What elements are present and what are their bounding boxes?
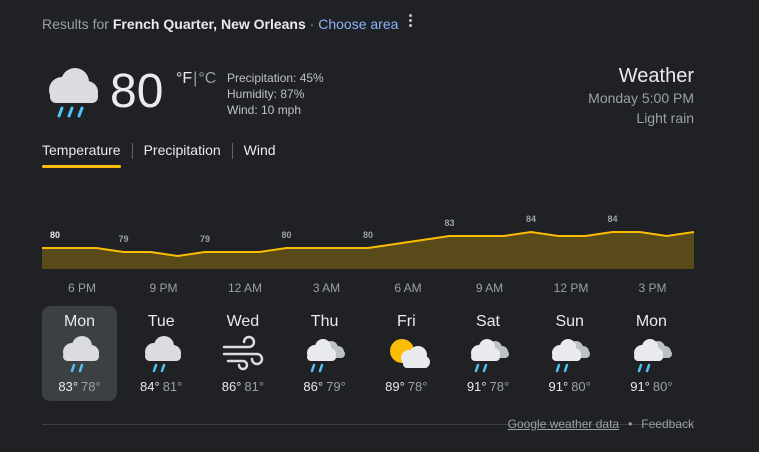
data-label: 79 bbox=[200, 234, 210, 244]
day-name: Wed bbox=[226, 313, 260, 330]
time-tick-label: 9 AM bbox=[475, 281, 504, 295]
footer-dot: • bbox=[628, 417, 633, 431]
high-temp: 91° bbox=[630, 379, 650, 394]
weather-title: Weather bbox=[618, 65, 694, 87]
day-temperatures: 86° 79° bbox=[287, 379, 362, 394]
day-name: Sun bbox=[555, 313, 584, 330]
rain-clouds-icon bbox=[546, 334, 594, 374]
partly-cloudy-icon bbox=[383, 334, 431, 374]
low-temp: 80° bbox=[652, 379, 673, 394]
choose-area-link[interactable]: Choose area bbox=[318, 16, 398, 32]
high-temp: 86° bbox=[303, 379, 324, 394]
more-options-icon[interactable] bbox=[403, 12, 417, 34]
condition-text: Light rain bbox=[636, 110, 694, 126]
results-for-line: Results for French Quarter, New Orleans … bbox=[42, 16, 398, 32]
day-temperatures: 91° 80° bbox=[614, 379, 689, 394]
tab-precipitation[interactable]: Precipitation bbox=[144, 142, 221, 168]
day-temperatures: 84° 81° bbox=[124, 379, 199, 394]
day-name: Tue bbox=[147, 313, 175, 330]
data-label: 83 bbox=[444, 218, 454, 228]
day-temperatures: 89° 78° bbox=[369, 379, 444, 394]
rain-cloud-icon bbox=[42, 64, 102, 120]
high-temp: 89° bbox=[385, 379, 405, 394]
forecast-day[interactable]: Mon 91° 80° bbox=[614, 306, 689, 401]
footer: Google weather data • Feedback bbox=[508, 417, 694, 431]
forecast-day[interactable]: Wed 86° 81° bbox=[205, 306, 280, 401]
unit-fahrenheit[interactable]: °F bbox=[176, 70, 192, 87]
tab-temperature[interactable]: Temperature bbox=[42, 142, 121, 168]
low-temp: 78° bbox=[81, 379, 101, 394]
current-details: Precipitation: 45% Humidity: 87% Wind: 1… bbox=[227, 70, 324, 118]
day-name: Fri bbox=[396, 313, 416, 330]
unit-separator: | bbox=[193, 70, 198, 87]
rain-clouds-icon bbox=[628, 334, 676, 374]
time-tick-label: 12 PM bbox=[553, 281, 589, 295]
low-temp: 81° bbox=[244, 379, 265, 394]
feedback-link[interactable]: Feedback bbox=[641, 417, 694, 431]
unit-celsius[interactable]: °C bbox=[198, 70, 216, 87]
time-tick-label: 6 AM bbox=[394, 281, 422, 295]
high-temp: 84° bbox=[140, 379, 160, 394]
location-name: French Quarter, New Orleans bbox=[112, 16, 306, 32]
low-temp: 81° bbox=[162, 379, 183, 394]
temperature-chart: 80 79 79 80 80 83 84 84 bbox=[42, 210, 695, 270]
data-label: 80 bbox=[50, 230, 60, 240]
day-temperatures: 86° 81° bbox=[205, 379, 280, 394]
day-name: Thu bbox=[310, 313, 339, 330]
separator-dot: · bbox=[309, 16, 315, 32]
tab-divider bbox=[131, 143, 133, 159]
time-tick-label: 3 AM bbox=[312, 281, 341, 295]
rain-cloud-icon bbox=[138, 334, 186, 374]
high-temp: 91° bbox=[466, 379, 487, 394]
time-tick-label: 3 PM bbox=[638, 281, 667, 295]
high-temp: 83° bbox=[58, 379, 78, 394]
time-tick-label: 9 PM bbox=[149, 281, 178, 295]
humidity-text: Humidity: 87% bbox=[227, 87, 305, 101]
current-temperature: 80 bbox=[110, 65, 164, 118]
data-label: 84 bbox=[607, 214, 617, 224]
forecast-day[interactable]: Sat 91° 78° bbox=[451, 306, 526, 401]
data-label: 80 bbox=[363, 230, 373, 240]
time-tick-label: 12 AM bbox=[227, 281, 263, 295]
high-temp: 91° bbox=[548, 379, 569, 394]
day-temperatures: 91° 78° bbox=[451, 379, 526, 394]
data-label: 84 bbox=[526, 214, 536, 224]
wind-text: Wind: 10 mph bbox=[227, 103, 302, 117]
forecast-day[interactable]: Mon 83° 78° bbox=[42, 306, 117, 401]
high-temp: 86° bbox=[221, 379, 242, 394]
day-name: Mon bbox=[635, 313, 667, 330]
google-weather-data-link[interactable]: Google weather data bbox=[508, 417, 619, 431]
wind-icon bbox=[219, 334, 267, 374]
day-temperatures: 83° 78° bbox=[42, 379, 117, 394]
day-name: Mon bbox=[63, 313, 96, 330]
temperature-chart-svg: 80 79 79 80 80 83 84 84 bbox=[42, 214, 695, 269]
low-temp: 80° bbox=[571, 379, 591, 394]
forecast-day[interactable]: Fri 89° 78° bbox=[369, 306, 444, 401]
day-name: Sat bbox=[475, 313, 500, 330]
weather-summary: Weather Monday 5:00 PM Light rain bbox=[588, 64, 694, 128]
rain-clouds-icon bbox=[465, 334, 513, 374]
rain-clouds-icon bbox=[301, 334, 349, 374]
low-temp: 78° bbox=[489, 379, 510, 394]
daily-forecast: Mon 83° 78° Tue 84° 81° Wed 86° 81° Thu 86° 79° Fri 8… bbox=[42, 306, 702, 401]
time-axis: 6 PM 9 PM 12 AM 3 AM 6 AM 9 AM 12 PM 3 PM bbox=[42, 281, 694, 297]
low-temp: 78° bbox=[407, 379, 428, 394]
forecast-day[interactable]: Thu 86° 79° bbox=[287, 306, 362, 401]
precipitation-text: Precipitation: 45% bbox=[227, 71, 324, 85]
tab-divider bbox=[231, 143, 233, 159]
day-temperatures: 91° 80° bbox=[532, 379, 607, 394]
datetime-text: Monday 5:00 PM bbox=[588, 90, 694, 106]
rain-cloud-icon bbox=[56, 334, 104, 374]
tab-wind[interactable]: Wind bbox=[244, 142, 276, 168]
results-prefix: Results for bbox=[42, 16, 109, 32]
chart-tabs: Temperature Precipitation Wind bbox=[42, 142, 276, 168]
unit-toggle: °F|°C bbox=[176, 70, 216, 88]
forecast-day[interactable]: Tue 84° 81° bbox=[124, 306, 199, 401]
data-label: 79 bbox=[118, 234, 128, 244]
forecast-day[interactable]: Sun 91° 80° bbox=[532, 306, 607, 401]
time-tick-label: 6 PM bbox=[67, 281, 96, 295]
low-temp: 79° bbox=[326, 379, 346, 394]
data-label: 80 bbox=[281, 230, 291, 240]
